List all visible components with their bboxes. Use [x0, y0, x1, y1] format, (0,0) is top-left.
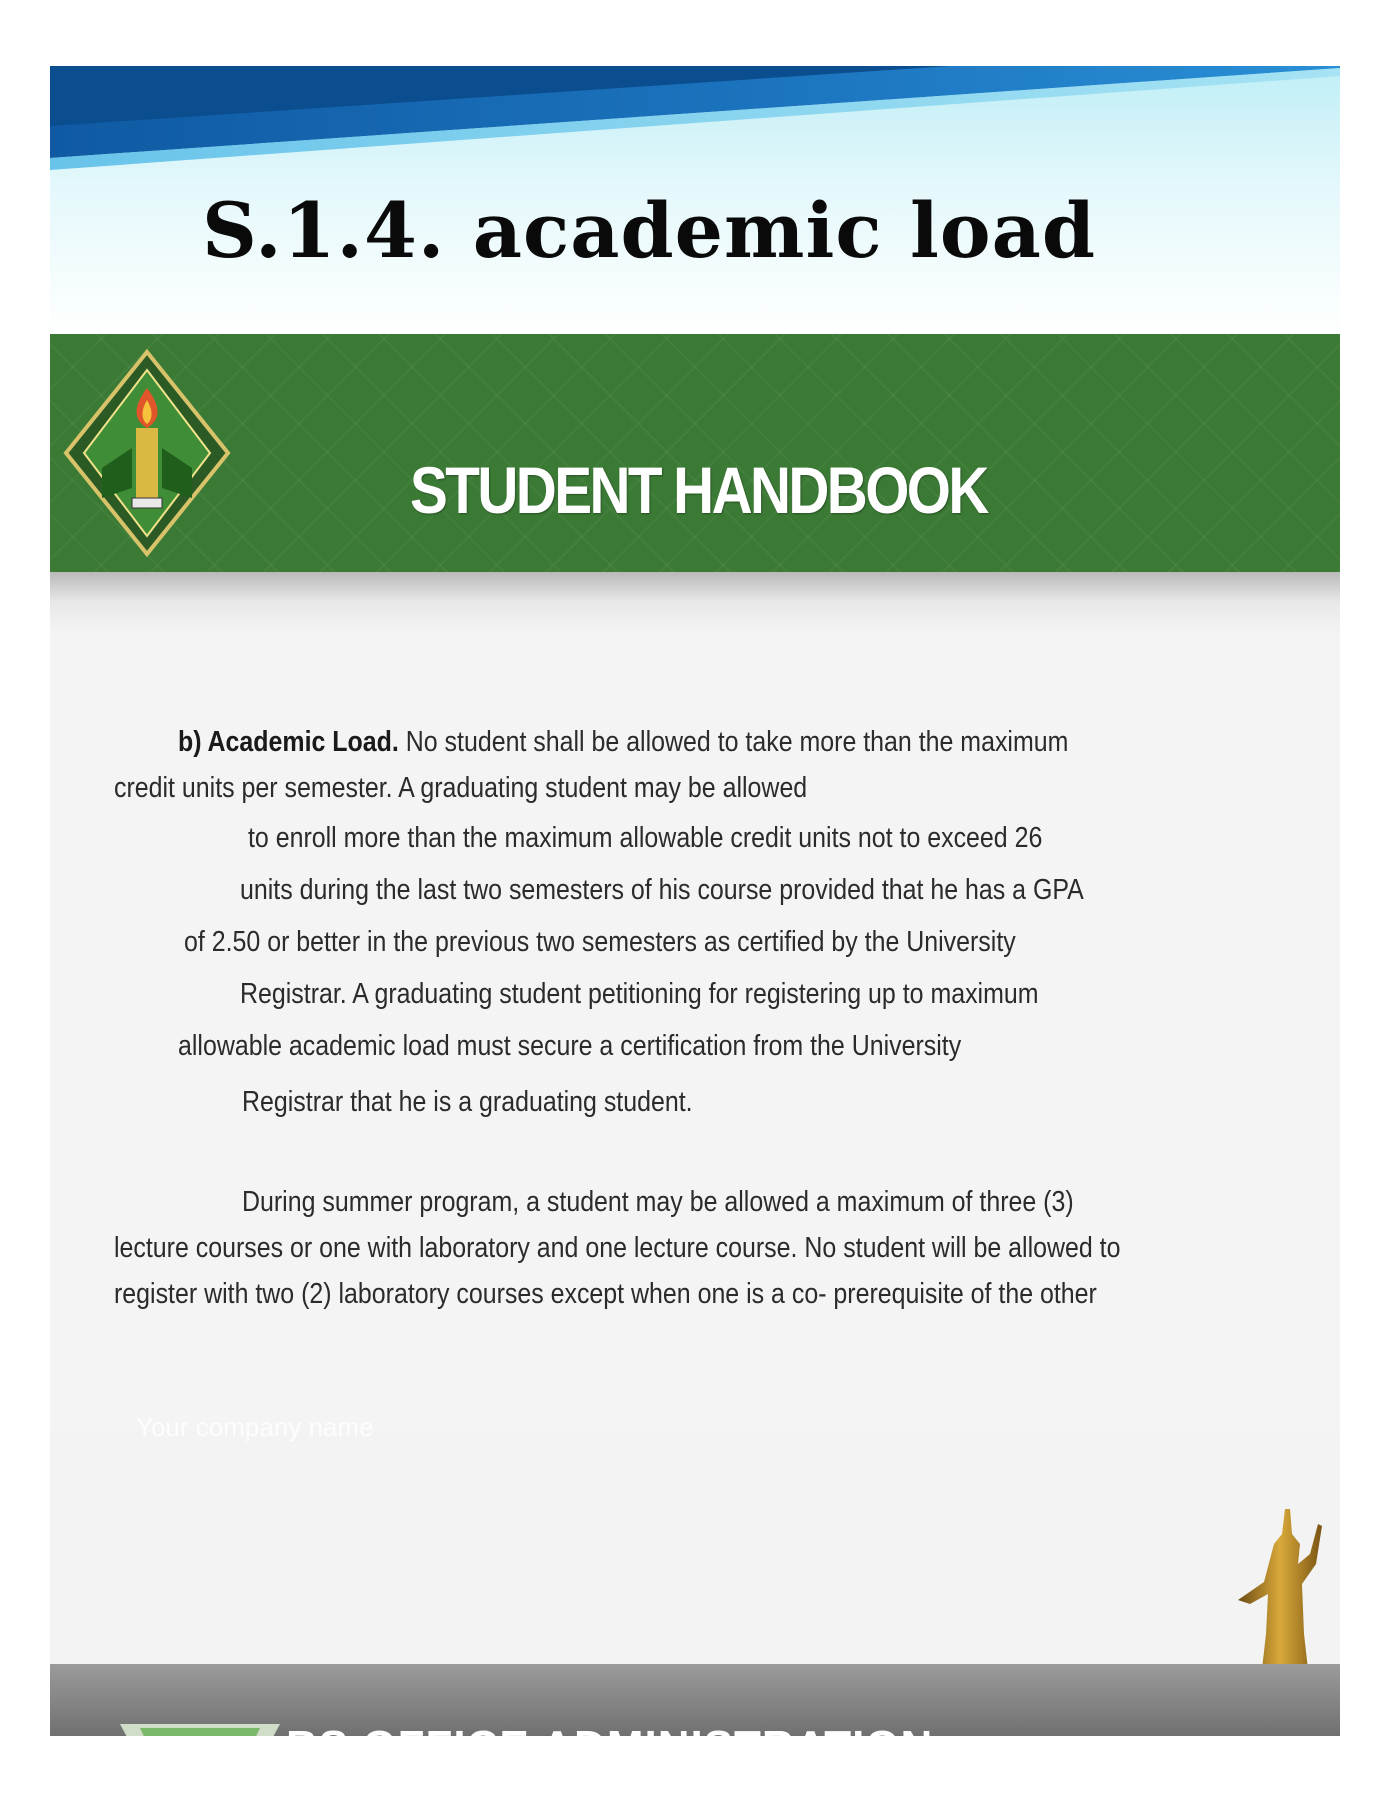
- paragraph1-line-4: units during the last two semesters of h…: [240, 874, 1084, 906]
- paragraph1-label-prefix: b): [178, 726, 208, 758]
- paragraph2-line-3: register with two (2) laboratory courses…: [114, 1278, 1097, 1310]
- paragraph1-text: No student shall be allowed to take more…: [398, 726, 1069, 758]
- paragraph1-line-7: allowable academic load must secure a ce…: [178, 1030, 962, 1062]
- header-shadow: [50, 572, 1340, 632]
- paragraph1-line-6: Registrar. A graduating student petition…: [240, 978, 1039, 1010]
- paragraph1-line-5: of 2.50 or better in the previous two se…: [184, 926, 1016, 958]
- handbook-page: STUDENT HANDBOOK b) Academic Load. No st…: [50, 334, 1340, 1736]
- title-banner: S.1.4. academic load: [50, 66, 1340, 336]
- footer-program-title: BS OFFICE ADMINISTRATION: [286, 1722, 933, 1736]
- handbook-header: STUDENT HANDBOOK: [50, 334, 1340, 572]
- university-seal-icon: [63, 348, 231, 558]
- company-name-placeholder: Your company name: [136, 1412, 374, 1442]
- paragraph1-line-2: credit units per semester. A graduating …: [114, 772, 808, 804]
- paragraph1-line-1: b) Academic Load. No student shall be al…: [178, 726, 1068, 759]
- paragraph1-label: Academic Load.: [207, 726, 399, 758]
- paragraph1-line-3: to enroll more than the maximum allowabl…: [248, 822, 1043, 854]
- footer-seal-icon: [120, 1724, 280, 1736]
- paragraph2-line-2: lecture courses or one with laboratory a…: [114, 1232, 1121, 1264]
- handbook-title: STUDENT HANDBOOK: [410, 453, 989, 527]
- paragraph1-line-8: Registrar that he is a graduating studen…: [242, 1086, 693, 1118]
- paragraph2-line-1: During summer program, a student may be …: [242, 1186, 1074, 1218]
- slide: S.1.4. academic load STUDENT HANDBOOK b)…: [50, 66, 1340, 1736]
- slide-title: S.1.4. academic load: [202, 186, 1096, 275]
